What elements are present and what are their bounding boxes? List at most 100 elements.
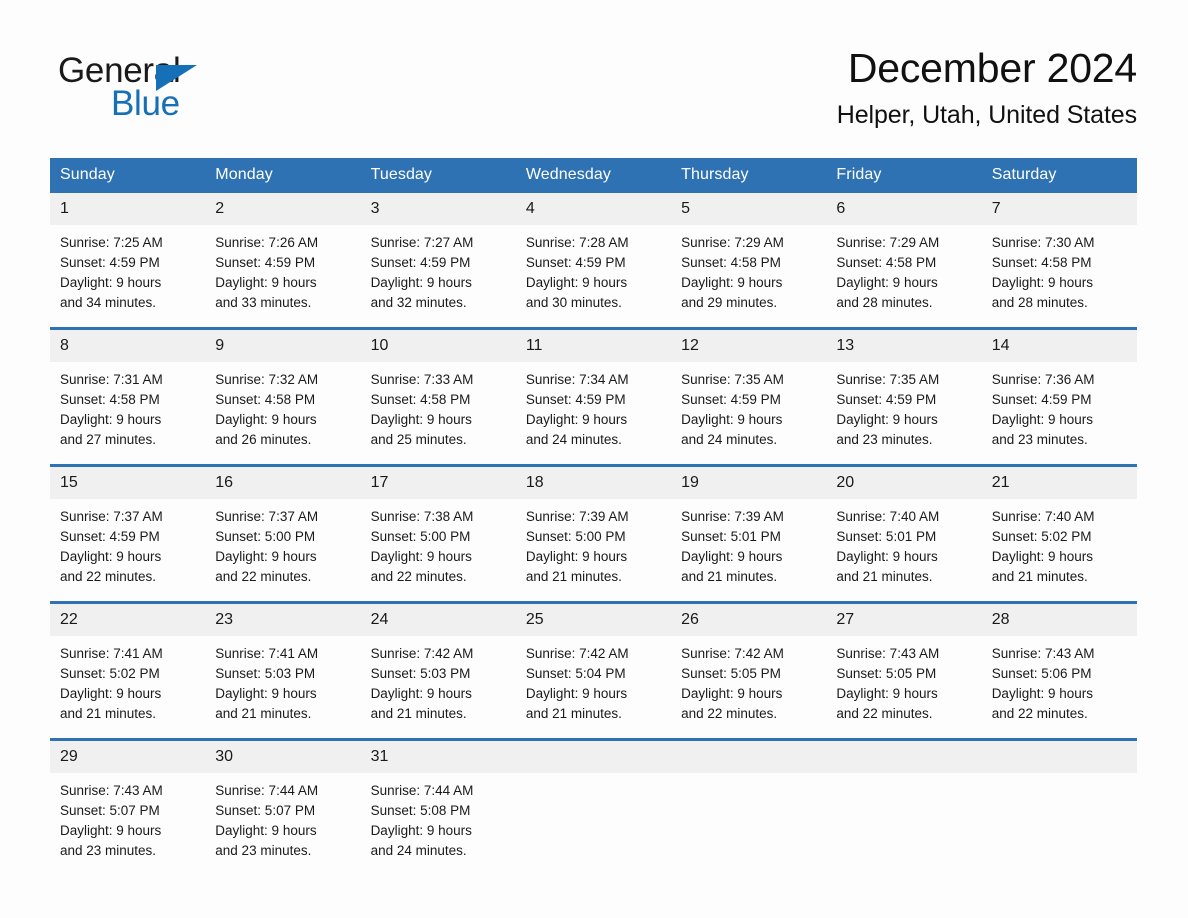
- day-cell[interactable]: Sunrise: 7:31 AM Sunset: 4:58 PM Dayligh…: [50, 362, 206, 464]
- sunset-line: Sunset: 5:00 PM: [525, 529, 626, 544]
- sunset-line: Sunset: 4:58 PM: [370, 392, 471, 407]
- day-number[interactable]: 9: [205, 330, 361, 362]
- day-number[interactable]: 8: [50, 330, 206, 362]
- day-detail-row: Sunrise: 7:41 AM Sunset: 5:02 PM Dayligh…: [50, 636, 1137, 738]
- day-number[interactable]: 25: [515, 604, 672, 636]
- day-number[interactable]: 20: [826, 467, 982, 499]
- day-cell[interactable]: Sunrise: 7:43 AM Sunset: 5:06 PM Dayligh…: [981, 636, 1137, 738]
- day-detail-row: Sunrise: 7:37 AM Sunset: 4:59 PM Dayligh…: [50, 499, 1137, 601]
- sunset-line: Sunset: 5:07 PM: [60, 803, 160, 818]
- day-cell[interactable]: Sunrise: 7:44 AM Sunset: 5:07 PM Dayligh…: [205, 773, 361, 875]
- day-number[interactable]: 3: [360, 193, 516, 225]
- sunset-line: Sunset: 4:58 PM: [991, 255, 1092, 270]
- day-cell[interactable]: Sunrise: 7:41 AM Sunset: 5:02 PM Dayligh…: [50, 636, 206, 738]
- day-number[interactable]: 2: [205, 193, 361, 225]
- page-title: December 2024: [847, 45, 1137, 91]
- day-cell[interactable]: Sunrise: 7:37 AM Sunset: 4:59 PM Dayligh…: [50, 499, 206, 601]
- day-cell[interactable]: Sunrise: 7:28 AM Sunset: 4:59 PM Dayligh…: [515, 225, 672, 327]
- day-number[interactable]: 27: [826, 604, 982, 636]
- daylight-line-1: Daylight: 9 hours: [215, 275, 317, 290]
- daylight-line-2: and 27 minutes.: [60, 432, 157, 447]
- daylight-line-2: and 21 minutes.: [370, 706, 467, 721]
- sunset-line: Sunset: 5:00 PM: [370, 529, 471, 544]
- day-number[interactable]: 18: [515, 467, 672, 499]
- day-number[interactable]: 24: [360, 604, 516, 636]
- day-number[interactable]: 4: [515, 193, 672, 225]
- daylight-line-2: and 21 minutes.: [991, 569, 1088, 584]
- day-number[interactable]: 7: [981, 193, 1137, 225]
- day-cell[interactable]: Sunrise: 7:27 AM Sunset: 4:59 PM Dayligh…: [360, 225, 516, 327]
- day-cell[interactable]: Sunrise: 7:38 AM Sunset: 5:00 PM Dayligh…: [360, 499, 516, 601]
- daylight-line-2: and 22 minutes.: [836, 706, 933, 721]
- day-number[interactable]: 10: [360, 330, 516, 362]
- day-number[interactable]: 6: [826, 193, 982, 225]
- sunrise-sunset-calendar-table: Sunday Monday Tuesday Wednesday Thursday…: [50, 158, 1137, 875]
- day-cell[interactable]: Sunrise: 7:35 AM Sunset: 4:59 PM Dayligh…: [826, 362, 982, 464]
- sunset-line: Sunset: 4:59 PM: [370, 255, 471, 270]
- day-cell[interactable]: Sunrise: 7:34 AM Sunset: 4:59 PM Dayligh…: [515, 362, 672, 464]
- daylight-line-1: Daylight: 9 hours: [681, 412, 783, 427]
- day-detail-row: Sunrise: 7:25 AM Sunset: 4:59 PM Dayligh…: [50, 225, 1137, 327]
- day-cell[interactable]: Sunrise: 7:42 AM Sunset: 5:03 PM Dayligh…: [360, 636, 516, 738]
- sunrise-line: Sunrise: 7:44 AM: [370, 783, 474, 798]
- daylight-line-2: and 22 minutes.: [215, 569, 312, 584]
- sunset-line: Sunset: 5:01 PM: [836, 529, 937, 544]
- day-number[interactable]: 14: [981, 330, 1137, 362]
- day-cell[interactable]: Sunrise: 7:35 AM Sunset: 4:59 PM Dayligh…: [671, 362, 827, 464]
- daylight-line-2: and 21 minutes.: [60, 706, 157, 721]
- day-number[interactable]: 28: [981, 604, 1137, 636]
- day-number[interactable]: 1: [50, 193, 206, 225]
- day-cell[interactable]: Sunrise: 7:44 AM Sunset: 5:08 PM Dayligh…: [360, 773, 516, 875]
- day-number[interactable]: 15: [50, 467, 206, 499]
- day-number[interactable]: 17: [360, 467, 516, 499]
- day-cell[interactable]: Sunrise: 7:37 AM Sunset: 5:00 PM Dayligh…: [205, 499, 361, 601]
- day-cell[interactable]: Sunrise: 7:39 AM Sunset: 5:01 PM Dayligh…: [671, 499, 827, 601]
- sunset-line: Sunset: 5:03 PM: [215, 666, 316, 681]
- day-number[interactable]: 13: [826, 330, 982, 362]
- day-number[interactable]: 31: [360, 741, 516, 773]
- day-cell[interactable]: Sunrise: 7:25 AM Sunset: 4:59 PM Dayligh…: [50, 225, 206, 327]
- day-cell[interactable]: Sunrise: 7:40 AM Sunset: 5:02 PM Dayligh…: [981, 499, 1137, 601]
- day-number[interactable]: 23: [205, 604, 361, 636]
- day-cell[interactable]: Sunrise: 7:39 AM Sunset: 5:00 PM Dayligh…: [515, 499, 672, 601]
- day-cell[interactable]: Sunrise: 7:42 AM Sunset: 5:04 PM Dayligh…: [515, 636, 672, 738]
- day-cell[interactable]: Sunrise: 7:32 AM Sunset: 4:58 PM Dayligh…: [205, 362, 361, 464]
- sunrise-line: Sunrise: 7:26 AM: [215, 235, 319, 250]
- day-number[interactable]: 21: [981, 467, 1137, 499]
- day-cell[interactable]: Sunrise: 7:36 AM Sunset: 4:59 PM Dayligh…: [981, 362, 1137, 464]
- day-cell[interactable]: Sunrise: 7:40 AM Sunset: 5:01 PM Dayligh…: [826, 499, 982, 601]
- day-cell[interactable]: Sunrise: 7:30 AM Sunset: 4:58 PM Dayligh…: [981, 225, 1137, 327]
- day-cell[interactable]: Sunrise: 7:43 AM Sunset: 5:05 PM Dayligh…: [826, 636, 982, 738]
- day-number[interactable]: 26: [671, 604, 827, 636]
- daylight-line-1: Daylight: 9 hours: [681, 549, 783, 564]
- day-number[interactable]: 5: [671, 193, 827, 225]
- sunrise-line: Sunrise: 7:42 AM: [370, 646, 474, 661]
- sunrise-line: Sunrise: 7:34 AM: [525, 372, 629, 387]
- day-cell[interactable]: Sunrise: 7:26 AM Sunset: 4:59 PM Dayligh…: [205, 225, 361, 327]
- sunrise-line: Sunrise: 7:35 AM: [681, 372, 784, 387]
- day-cell[interactable]: Sunrise: 7:43 AM Sunset: 5:07 PM Dayligh…: [50, 773, 206, 875]
- day-cell[interactable]: Sunrise: 7:29 AM Sunset: 4:58 PM Dayligh…: [826, 225, 982, 327]
- daylight-line-2: and 26 minutes.: [215, 432, 312, 447]
- day-number[interactable]: 19: [671, 467, 827, 499]
- day-cell[interactable]: Sunrise: 7:29 AM Sunset: 4:58 PM Dayligh…: [671, 225, 827, 327]
- day-number[interactable]: 22: [50, 604, 206, 636]
- day-cell[interactable]: Sunrise: 7:33 AM Sunset: 4:58 PM Dayligh…: [360, 362, 516, 464]
- sunset-line: Sunset: 5:07 PM: [215, 803, 316, 818]
- day-cell[interactable]: Sunrise: 7:42 AM Sunset: 5:05 PM Dayligh…: [671, 636, 827, 738]
- daylight-line-1: Daylight: 9 hours: [836, 275, 938, 290]
- day-number[interactable]: 11: [515, 330, 672, 362]
- title-block: December 2024 Helper, Utah, United State…: [837, 42, 1137, 132]
- sunset-line: Sunset: 4:59 PM: [60, 255, 160, 270]
- day-number[interactable]: 16: [205, 467, 361, 499]
- day-number[interactable]: 30: [205, 741, 361, 773]
- sunset-line: Sunset: 4:59 PM: [681, 392, 781, 407]
- day-number[interactable]: 29: [50, 741, 206, 773]
- day-number[interactable]: 12: [671, 330, 827, 362]
- sunrise-line: Sunrise: 7:38 AM: [370, 509, 474, 524]
- calendar-body: 1 2 3 4 5 6 7 Sunrise: 7:25 AM Sunset: 4…: [50, 193, 1137, 875]
- daylight-line-2: and 22 minutes.: [681, 706, 778, 721]
- daylight-line-2: and 25 minutes.: [370, 432, 467, 447]
- day-cell[interactable]: Sunrise: 7:41 AM Sunset: 5:03 PM Dayligh…: [205, 636, 361, 738]
- sunrise-line: Sunrise: 7:33 AM: [370, 372, 474, 387]
